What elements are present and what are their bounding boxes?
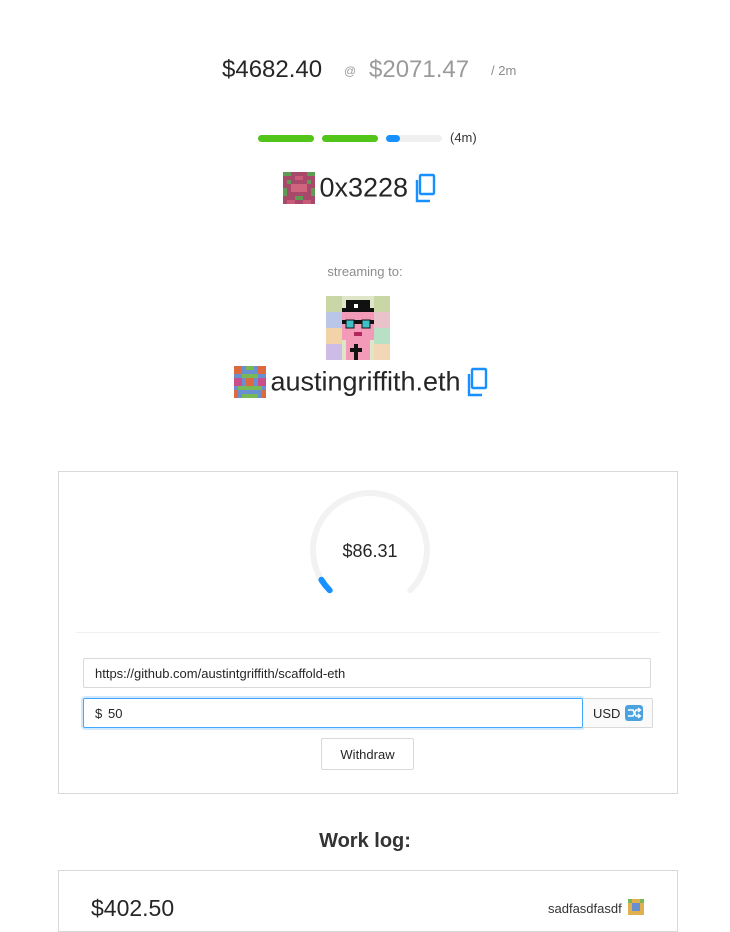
currency-label: USD xyxy=(593,706,621,721)
work-url-input[interactable] xyxy=(83,658,651,688)
withdraw-card: $86.31 $ USD Withdraw xyxy=(58,471,678,794)
recipient-punk-avatar xyxy=(326,296,390,360)
recipient-address-row: austingriffith.eth xyxy=(234,366,489,402)
stream-period: / 2m xyxy=(491,63,517,78)
balance-row: $4682.40 @ $2071.47 / 2m xyxy=(0,56,730,92)
stream-dial: $86.31 xyxy=(310,490,430,594)
progress-segment xyxy=(322,135,378,142)
recipient-ens[interactable]: austingriffith.eth xyxy=(270,367,460,397)
stream-address-row: 0x3228 xyxy=(283,172,437,208)
withdraw-button[interactable]: Withdraw xyxy=(321,738,414,770)
streaming-label: streaming to: xyxy=(327,264,403,279)
worklog-amount: $402.50 xyxy=(91,895,175,921)
progress-fill xyxy=(386,135,400,142)
copy-icon[interactable] xyxy=(413,173,437,203)
progress-segment xyxy=(258,135,314,142)
worklog-title: Work log: xyxy=(319,830,411,852)
currency-prefix: $ xyxy=(95,706,103,721)
blockie-avatar xyxy=(234,366,266,398)
stream-balance: $4682.40 xyxy=(222,56,323,83)
dial-amount: $86.31 xyxy=(342,541,397,561)
progress-fill xyxy=(258,135,314,142)
amount-field[interactable]: $ xyxy=(83,698,583,728)
worklog-note: sadfasdfasdf xyxy=(548,899,645,916)
card-divider xyxy=(76,632,660,633)
worklog-note-text: sadfasdfasdf xyxy=(548,901,622,916)
copy-icon[interactable] xyxy=(465,367,489,397)
blockie-avatar xyxy=(628,899,645,915)
blockie-avatar xyxy=(283,172,315,204)
shuffle-icon[interactable] xyxy=(625,705,643,721)
currency-toggle[interactable]: USD xyxy=(583,698,653,728)
dial-fill xyxy=(318,576,333,594)
progress-fill xyxy=(322,135,378,142)
progress-segment xyxy=(386,135,442,142)
amount-input[interactable] xyxy=(108,703,568,723)
stream-rate: $2071.47 xyxy=(369,56,470,83)
stream-address[interactable]: 0x3228 xyxy=(319,173,408,203)
at-symbol: @ xyxy=(344,64,357,78)
worklog-entry: $402.50 sadfasdfasdf xyxy=(58,870,678,932)
progress-label: (4m) xyxy=(450,130,477,145)
